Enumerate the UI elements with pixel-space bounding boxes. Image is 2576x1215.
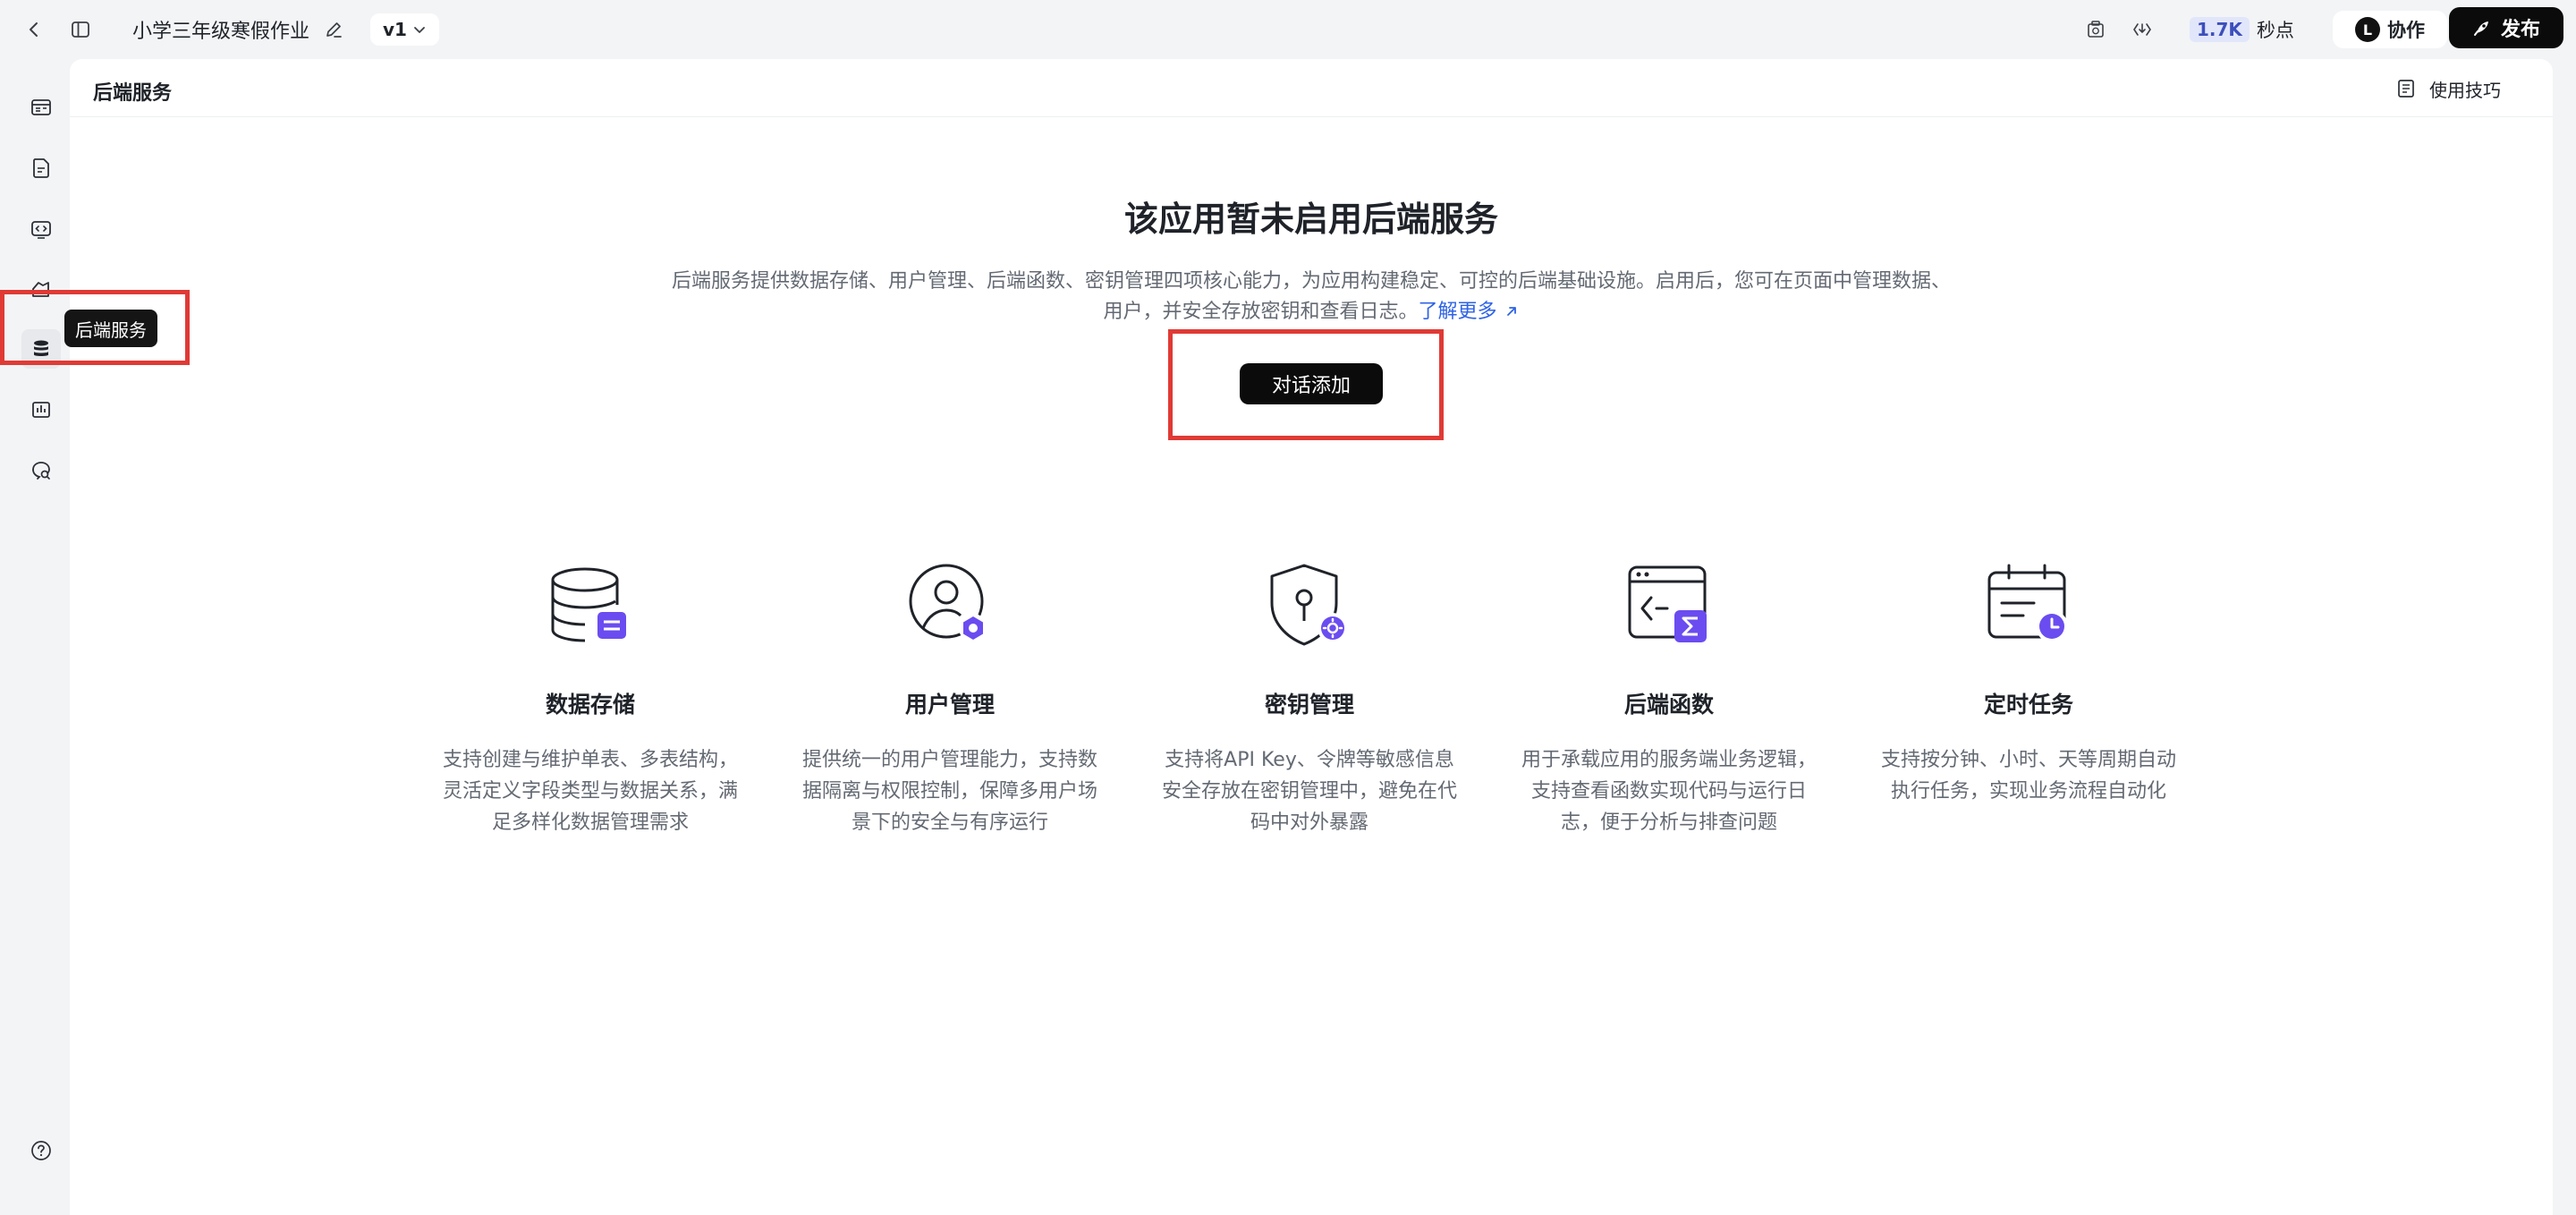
- feature-description: 用于承载应用的服务端业务逻辑， 支持查看函数实现代码与运行日 志，便于分析与排查…: [1517, 744, 1821, 838]
- shield-key-icon: [1265, 560, 1354, 650]
- feature-title: 数据存储: [545, 692, 635, 718]
- nav-item-layout[interactable]: [21, 88, 61, 127]
- sidebar-panel-icon: [72, 21, 89, 38]
- feature-title: 用户管理: [904, 692, 995, 718]
- feature-scheduled-tasks: 定时任务 支持按分钟、小时、天等周期自动 执行任务，实现业务流程自动化: [1877, 560, 2181, 807]
- feature-desc-line: 安全存放在密钥管理中，避免在代: [1161, 780, 1457, 803]
- code-icon: [31, 221, 51, 239]
- publish-button[interactable]: 发布: [2449, 7, 2563, 48]
- description-line-2-text: 用户，并安全存放密钥和查看日志。: [1103, 301, 1419, 323]
- learn-more-label: 了解更多: [1418, 301, 1497, 323]
- feature-desc-line: 景下的安全与有序运行: [851, 811, 1048, 834]
- app-title: 小学三年级寒假作业: [132, 21, 310, 43]
- empty-state-description: 后端服务提供数据存储、用户管理、后端函数、密钥管理四项核心能力，为应用构建稳定、…: [639, 267, 1984, 327]
- nav-item-code[interactable]: [21, 209, 61, 249]
- feature-description: 支持将API Key、令牌等敏感信息 安全存放在密钥管理中，避免在代 码中对外暴…: [1157, 744, 1462, 838]
- description-line-2: 用户，并安全存放密钥和查看日志。了解更多: [639, 297, 1984, 327]
- usage-tips-label: 使用技巧: [2429, 79, 2501, 101]
- back-button[interactable]: [20, 15, 48, 44]
- divider: [70, 116, 2553, 117]
- top-bar: 小学三年级寒假作业 v1 1.7K 秒点 L 协作 发布: [0, 0, 2576, 59]
- feature-desc-line: 码中对外暴露: [1250, 811, 1368, 834]
- feature-description: 提供统一的用户管理能力，支持数 据隔离与权限控制，保障多用户场 景下的安全与有序…: [798, 744, 1102, 838]
- main-panel: 后端服务 使用技巧 该应用暂未启用后端服务 后端服务提供数据存储、用户管理、后端…: [70, 59, 2553, 1215]
- clipboard-clock-icon: [2088, 21, 2104, 38]
- feature-desc-line: 志，便于分析与排查问题: [1560, 811, 1777, 834]
- user-management-icon: [905, 560, 995, 650]
- feature-description: 支持按分钟、小时、天等周期自动 执行任务，实现业务流程自动化: [1877, 744, 2181, 807]
- database-icon: [34, 340, 48, 356]
- avatar: L: [2355, 17, 2380, 42]
- feature-backend-functions: 后端函数 用于承载应用的服务端业务逻辑， 支持查看函数实现代码与运行日 志，便于…: [1517, 560, 1821, 838]
- tips-document-icon: [2398, 80, 2414, 98]
- database-icon: [546, 560, 635, 650]
- nav-item-plugin[interactable]: [21, 270, 61, 310]
- help-icon: [31, 1141, 51, 1160]
- document-icon: [33, 158, 49, 178]
- add-via-chat-button[interactable]: 对话添加: [1240, 363, 1383, 404]
- left-nav-rail: [0, 59, 68, 1215]
- feature-desc-line: 支持创建与维护单表、多表结构，: [442, 749, 738, 771]
- feature-desc-line: 灵活定义字段类型与数据关系，满: [442, 780, 738, 803]
- feature-title: 密钥管理: [1264, 692, 1354, 718]
- usage-tips-button[interactable]: 使用技巧: [2395, 73, 2501, 104]
- help-button[interactable]: [21, 1131, 61, 1170]
- credits-unit: 秒点: [2256, 20, 2294, 41]
- learn-more-link[interactable]: 了解更多: [1419, 301, 1520, 323]
- collaborate-button[interactable]: L 协作: [2333, 11, 2447, 48]
- nav-item-backend[interactable]: [21, 329, 61, 369]
- chevron-down-icon: [414, 27, 425, 33]
- feature-desc-line: 执行任务，实现业务流程自动化: [1890, 780, 2166, 803]
- page-title: 后端服务: [93, 82, 173, 105]
- feature-desc-line: 足多样化数据管理需求: [491, 811, 689, 834]
- chevron-left-icon: [30, 22, 38, 37]
- history-button[interactable]: [2082, 16, 2109, 43]
- feature-desc-line: 支持按分钟、小时、天等周期自动: [1880, 749, 2176, 771]
- description-line-1: 后端服务提供数据存储、用户管理、后端函数、密钥管理四项核心能力，为应用构建稳定、…: [671, 270, 1951, 293]
- feature-desc-line: 提供统一的用户管理能力，支持数: [801, 749, 1097, 771]
- rocket-icon: [2473, 21, 2488, 36]
- plugin-icon: [32, 282, 49, 297]
- feature-description: 支持创建与维护单表、多表结构， 灵活定义字段类型与数据关系，满 足多样化数据管理…: [438, 744, 742, 838]
- feature-title: 定时任务: [1983, 692, 2073, 718]
- pencil-icon: [326, 22, 342, 38]
- analytics-icon: [32, 402, 50, 418]
- nav-item-search-chat[interactable]: [21, 451, 61, 490]
- version-select[interactable]: v1: [370, 13, 439, 46]
- nav-item-analytics[interactable]: [21, 390, 61, 429]
- feature-desc-line: 支持将API Key、令牌等敏感信息: [1165, 749, 1454, 771]
- sidebar-toggle-button[interactable]: [66, 15, 95, 44]
- feature-desc-line: 用于承载应用的服务端业务逻辑，: [1521, 749, 1817, 771]
- calendar-clock-icon: [1984, 560, 2073, 650]
- feature-title: 后端函数: [1623, 692, 1714, 718]
- feature-user-management: 用户管理 提供统一的用户管理能力，支持数 据隔离与权限控制，保障多用户场 景下的…: [798, 560, 1102, 838]
- version-label: v1: [383, 19, 407, 40]
- download-code-icon: [2133, 23, 2151, 36]
- search-chat-icon: [32, 462, 50, 480]
- feature-desc-line: 支持查看函数实现代码与运行日: [1530, 780, 1807, 803]
- external-link-icon: [1506, 307, 1516, 316]
- function-window-icon: [1624, 560, 1714, 650]
- collaborate-label: 协作: [2387, 20, 2425, 41]
- credits-indicator[interactable]: 1.7K 秒点: [2190, 13, 2294, 47]
- download-code-button[interactable]: [2129, 16, 2156, 43]
- feature-desc-line: 据隔离与权限控制，保障多用户场: [801, 780, 1097, 803]
- nav-item-document[interactable]: [21, 149, 61, 188]
- feature-secret-management: 密钥管理 支持将API Key、令牌等敏感信息 安全存放在密钥管理中，避免在代 …: [1157, 560, 1462, 838]
- credits-count: 1.7K: [2190, 17, 2250, 42]
- feature-data-storage: 数据存储 支持创建与维护单表、多表结构， 灵活定义字段类型与数据关系，满 足多样…: [438, 560, 742, 838]
- edit-title-button[interactable]: [322, 18, 345, 41]
- empty-state-title: 该应用暂未启用后端服务: [1123, 200, 1498, 239]
- nav-tooltip: 后端服务: [64, 310, 157, 347]
- publish-label: 发布: [2500, 19, 2540, 41]
- layout-icon: [31, 99, 51, 115]
